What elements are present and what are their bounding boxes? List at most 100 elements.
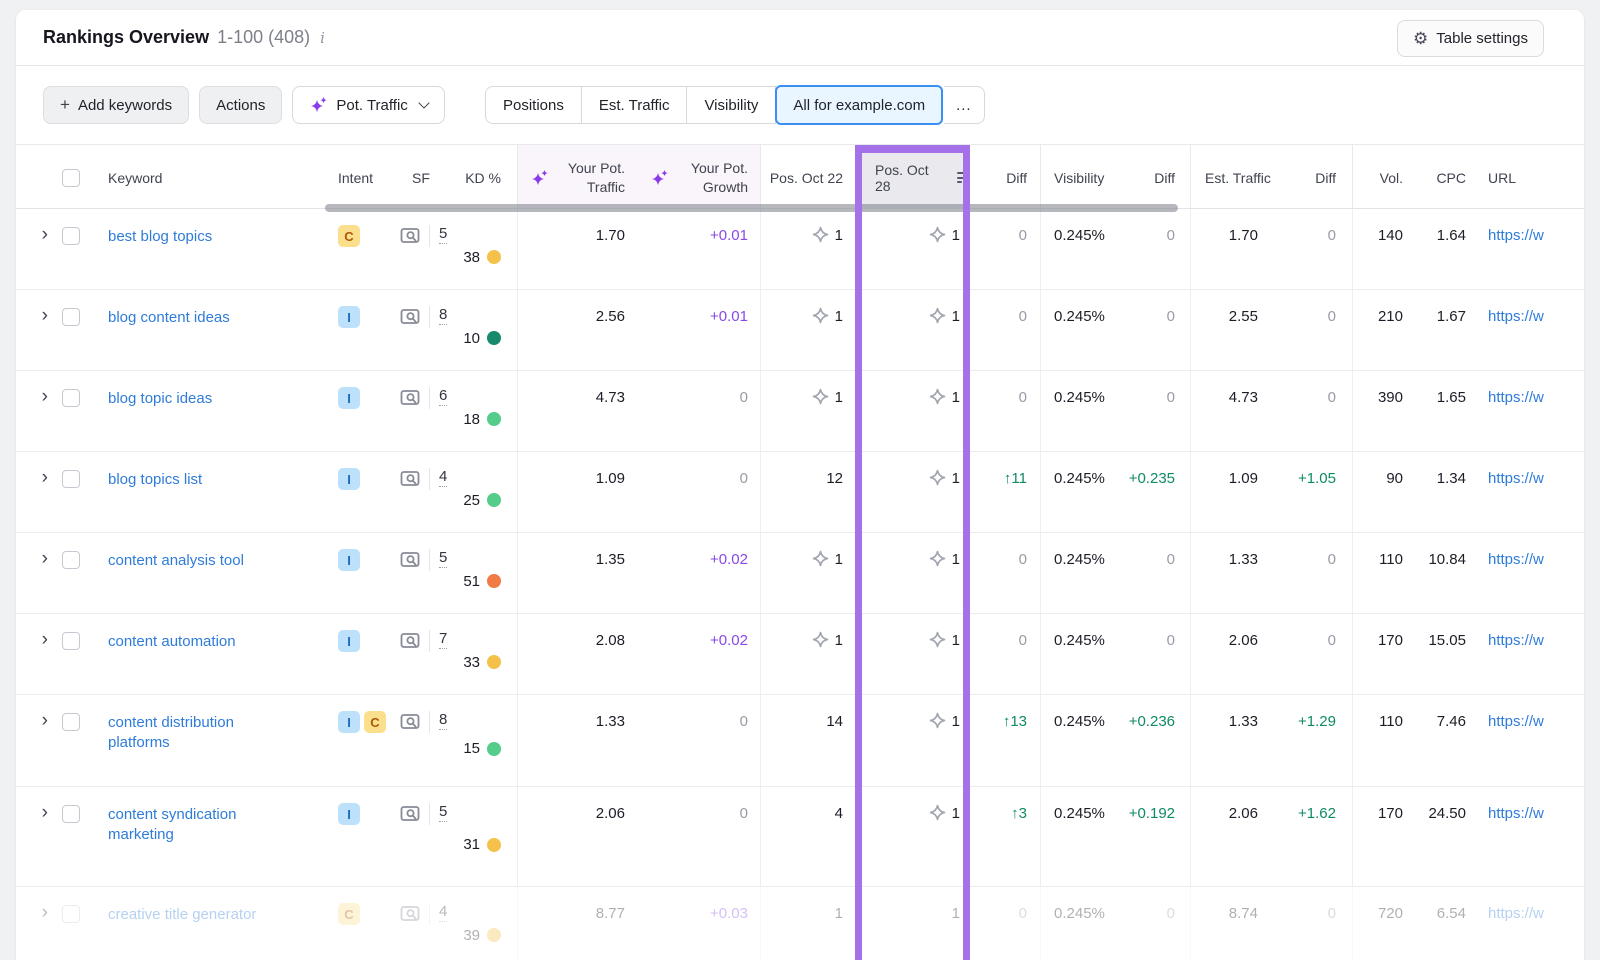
col-header-url[interactable]: URL [1475,145,1584,208]
result-range: 1-100 (408) [217,27,310,48]
kd-value: 10 [463,330,480,347]
serp-features-preview-icon[interactable] [400,805,421,824]
row-checkbox[interactable] [62,389,80,407]
keyword-link[interactable]: content analysis tool [108,551,244,571]
actions-button[interactable]: Actions [199,86,282,124]
row-expand-chevron-icon[interactable]: › [42,905,48,960]
sf-count[interactable]: 8 [439,711,447,730]
serp-features-preview-icon[interactable] [400,713,421,732]
row-expand-chevron-icon[interactable]: › [42,470,48,532]
col-header-pot-traffic[interactable]: Your Pot. Traffic [517,145,640,208]
url-link[interactable]: https://w [1488,470,1544,487]
more-tabs-button[interactable]: ... [944,86,985,124]
col-header-diff3[interactable]: Diff [1272,145,1352,208]
sf-count[interactable]: 5 [439,225,447,244]
serp-features-preview-icon[interactable] [400,389,421,408]
horizontal-scrollbar[interactable] [325,204,1178,212]
keyword-link[interactable]: content syndication marketing [108,805,280,845]
row-checkbox[interactable] [62,308,80,326]
row-checkbox[interactable] [62,905,80,923]
col-header-pos-oct22[interactable]: Pos. Oct 22 [760,145,855,208]
intent-badge-I: I [338,549,360,571]
row-checkbox[interactable] [62,713,80,731]
sf-count[interactable]: 5 [439,803,447,822]
keyword-link[interactable]: content distribution platforms [108,713,280,753]
col-header-diff1[interactable]: Diff [970,145,1040,208]
url-link[interactable]: https://w [1488,551,1544,568]
col-header-pot-growth[interactable]: Your Pot. Growth [640,145,760,208]
keyword-link[interactable]: creative title generator [108,905,256,925]
tab-positions[interactable]: Positions [485,86,582,124]
row-expand-chevron-icon[interactable]: › [42,713,48,786]
url-link[interactable]: https://w [1488,308,1544,325]
sf-count[interactable]: 8 [439,306,447,325]
row-checkbox[interactable] [62,551,80,569]
sf-count[interactable]: 4 [439,903,447,922]
sf-count[interactable]: 5 [439,549,447,568]
serp-features-preview-icon[interactable] [400,227,421,246]
tab-all-for-example-com[interactable]: All for example.com [775,85,943,125]
url-link[interactable]: https://w [1488,805,1544,822]
url-link[interactable]: https://w [1488,227,1544,244]
url-link[interactable]: https://w [1488,632,1544,649]
col-header-cpc[interactable]: CPC [1412,145,1475,208]
serp-features-preview-icon[interactable] [400,905,421,924]
select-all-checkbox[interactable] [62,169,80,187]
visibility-diff-value: +0.236 [1120,695,1190,786]
col-header-vol[interactable]: Vol. [1352,145,1412,208]
cpc-value: 10.84 [1412,533,1475,613]
visibility-diff-value: 0 [1120,887,1190,960]
row-checkbox[interactable] [62,470,80,488]
visibility-diff-value: 0 [1120,614,1190,694]
row-checkbox[interactable] [62,227,80,245]
col-header-intent[interactable]: Intent [326,145,388,208]
col-header-keyword[interactable]: Keyword [88,145,326,208]
keyword-link[interactable]: blog content ideas [108,308,230,328]
visibility-value: 0.245% [1040,614,1120,694]
serp-features-preview-icon[interactable] [400,308,421,327]
serp-features-preview-icon[interactable] [400,632,421,651]
url-link[interactable]: https://w [1488,713,1544,730]
col-header-pos-oct28[interactable]: Pos. Oct 28 [855,145,970,208]
position-value: 12 [826,470,843,532]
add-keywords-button[interactable]: + Add keywords [43,86,189,124]
url-link[interactable]: https://w [1488,389,1544,406]
col-header-est-traffic[interactable]: Est. Traffic [1190,145,1272,208]
keyword-link[interactable]: best blog topics [108,227,212,247]
row-checkbox[interactable] [62,805,80,823]
pos-oct28-cell: 1 [855,209,970,289]
row-expand-chevron-icon[interactable]: › [42,308,48,370]
sf-count[interactable]: 6 [439,387,447,406]
keyword-link[interactable]: blog topic ideas [108,389,212,409]
volume-value: 140 [1352,209,1412,289]
intent-badge-I: I [338,711,360,733]
keyword-link[interactable]: blog topics list [108,470,202,490]
row-expand-chevron-icon[interactable]: › [42,632,48,694]
col-header-sf[interactable]: SF [388,145,456,208]
url-link[interactable]: https://w [1488,905,1544,922]
info-icon[interactable]: i [320,29,325,47]
row-expand-chevron-icon[interactable]: › [42,389,48,451]
row-checkbox[interactable] [62,632,80,650]
row-expand-chevron-icon[interactable]: › [42,551,48,613]
kd-value: 25 [463,492,480,509]
serp-feature-position-icon [812,631,829,648]
col-header-kd[interactable]: KD % [456,145,517,208]
serp-features-preview-icon[interactable] [400,470,421,489]
keyword-link[interactable]: content automation [108,632,236,652]
row-expand-chevron-icon[interactable]: › [42,805,48,886]
metric-dropdown[interactable]: Pot. Traffic [292,86,444,124]
sf-count[interactable]: 7 [439,630,447,649]
col-header-diff2[interactable]: Diff [1120,145,1190,208]
tab-visibility[interactable]: Visibility [687,86,776,124]
col-header-visibility[interactable]: Visibility [1040,145,1120,208]
table-settings-button[interactable]: ⚙ Table settings [1397,20,1544,57]
intent-badge-I: I [338,468,360,490]
expand-cell: › [16,787,52,886]
sf-count[interactable]: 4 [439,468,447,487]
serp-features-preview-icon[interactable] [400,551,421,570]
row-expand-chevron-icon[interactable]: › [42,227,48,289]
tab-est-traffic[interactable]: Est. Traffic [582,86,688,124]
volume-value: 720 [1352,887,1412,960]
serp-features-cell: 8 [388,695,456,786]
